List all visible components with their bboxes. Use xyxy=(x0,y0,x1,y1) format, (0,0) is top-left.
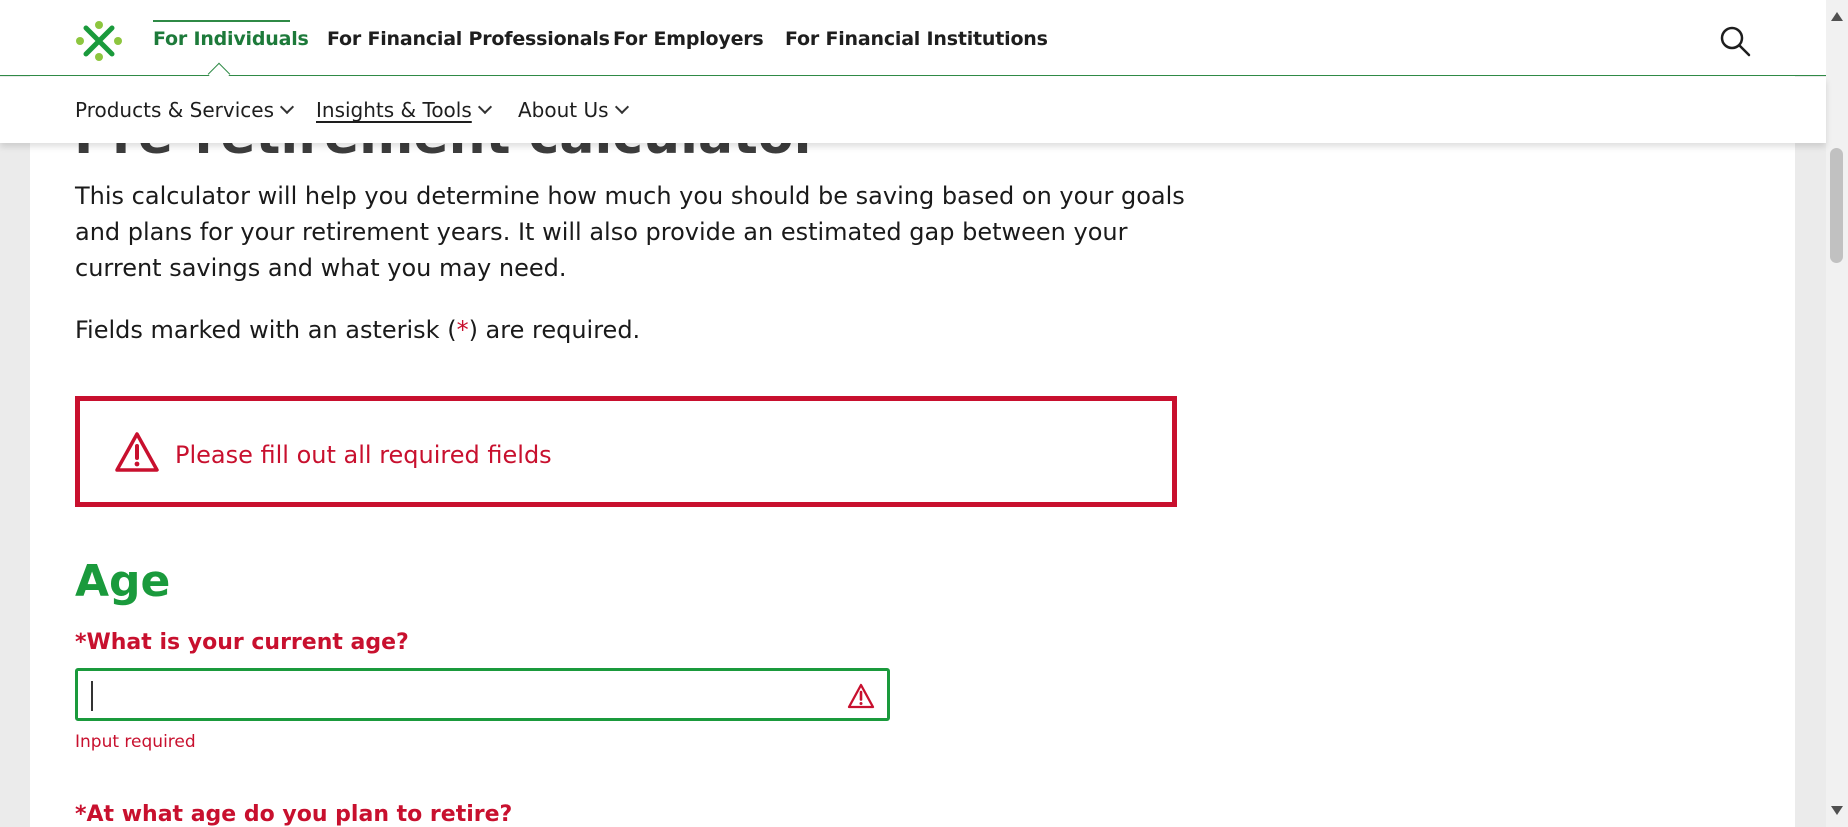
nav-for-individuals[interactable]: For Individuals xyxy=(153,28,309,50)
intro-paragraph: This calculator will help you determine … xyxy=(75,182,1185,282)
subnav-label: Insights & Tools xyxy=(316,98,472,122)
required-fields-note: Fields marked with an asterisk (*) are r… xyxy=(75,316,640,344)
current-age-label: *What is your current age? xyxy=(75,630,409,655)
required-note-prefix: Fields marked with an asterisk ( xyxy=(75,316,457,344)
active-link-indicator xyxy=(153,20,290,22)
scroll-down-arrow-icon[interactable] xyxy=(1831,806,1843,815)
current-age-input[interactable] xyxy=(78,671,887,718)
nav-for-financial-institutions[interactable]: For Financial Institutions xyxy=(785,28,1048,50)
required-note-suffix: ) are required. xyxy=(468,316,641,344)
nav-for-financial-professionals[interactable]: For Financial Professionals xyxy=(327,28,610,50)
error-alert: Please fill out all required fields xyxy=(75,396,1177,507)
top-navigation: For Individuals For Financial Profession… xyxy=(0,0,1826,86)
subnav-insights-tools[interactable]: Insights & Tools xyxy=(316,98,492,122)
section-title-age: Age xyxy=(75,556,171,607)
warning-triangle-icon xyxy=(115,432,159,472)
subnav-products-services[interactable]: Products & Services xyxy=(75,98,295,122)
brand-logo-icon[interactable] xyxy=(74,18,124,64)
subnav-about-us[interactable]: About Us xyxy=(518,98,629,122)
search-icon[interactable] xyxy=(1718,24,1752,58)
subnav-label: Products & Services xyxy=(75,98,275,122)
subnav-label: About Us xyxy=(518,98,609,122)
current-age-field-wrapper xyxy=(75,668,890,721)
scrollbar-thumb[interactable] xyxy=(1830,148,1843,263)
page-scrollbar[interactable] xyxy=(1826,0,1848,827)
asterisk: * xyxy=(456,316,469,344)
current-age-error: Input required xyxy=(75,732,196,752)
nav-for-employers[interactable]: For Employers xyxy=(613,28,764,50)
warning-triangle-icon xyxy=(847,683,875,709)
chevron-down-icon xyxy=(279,99,295,115)
chevron-down-icon xyxy=(614,99,629,115)
scroll-up-arrow-icon[interactable] xyxy=(1831,12,1843,21)
chevron-down-icon xyxy=(477,99,492,115)
retire-age-label: *At what age do you plan to retire? xyxy=(75,802,513,827)
secondary-navigation: Products & Services Insights & Tools Abo… xyxy=(0,77,1826,143)
text-cursor xyxy=(91,681,93,711)
alert-message: Please fill out all required fields xyxy=(175,441,552,469)
